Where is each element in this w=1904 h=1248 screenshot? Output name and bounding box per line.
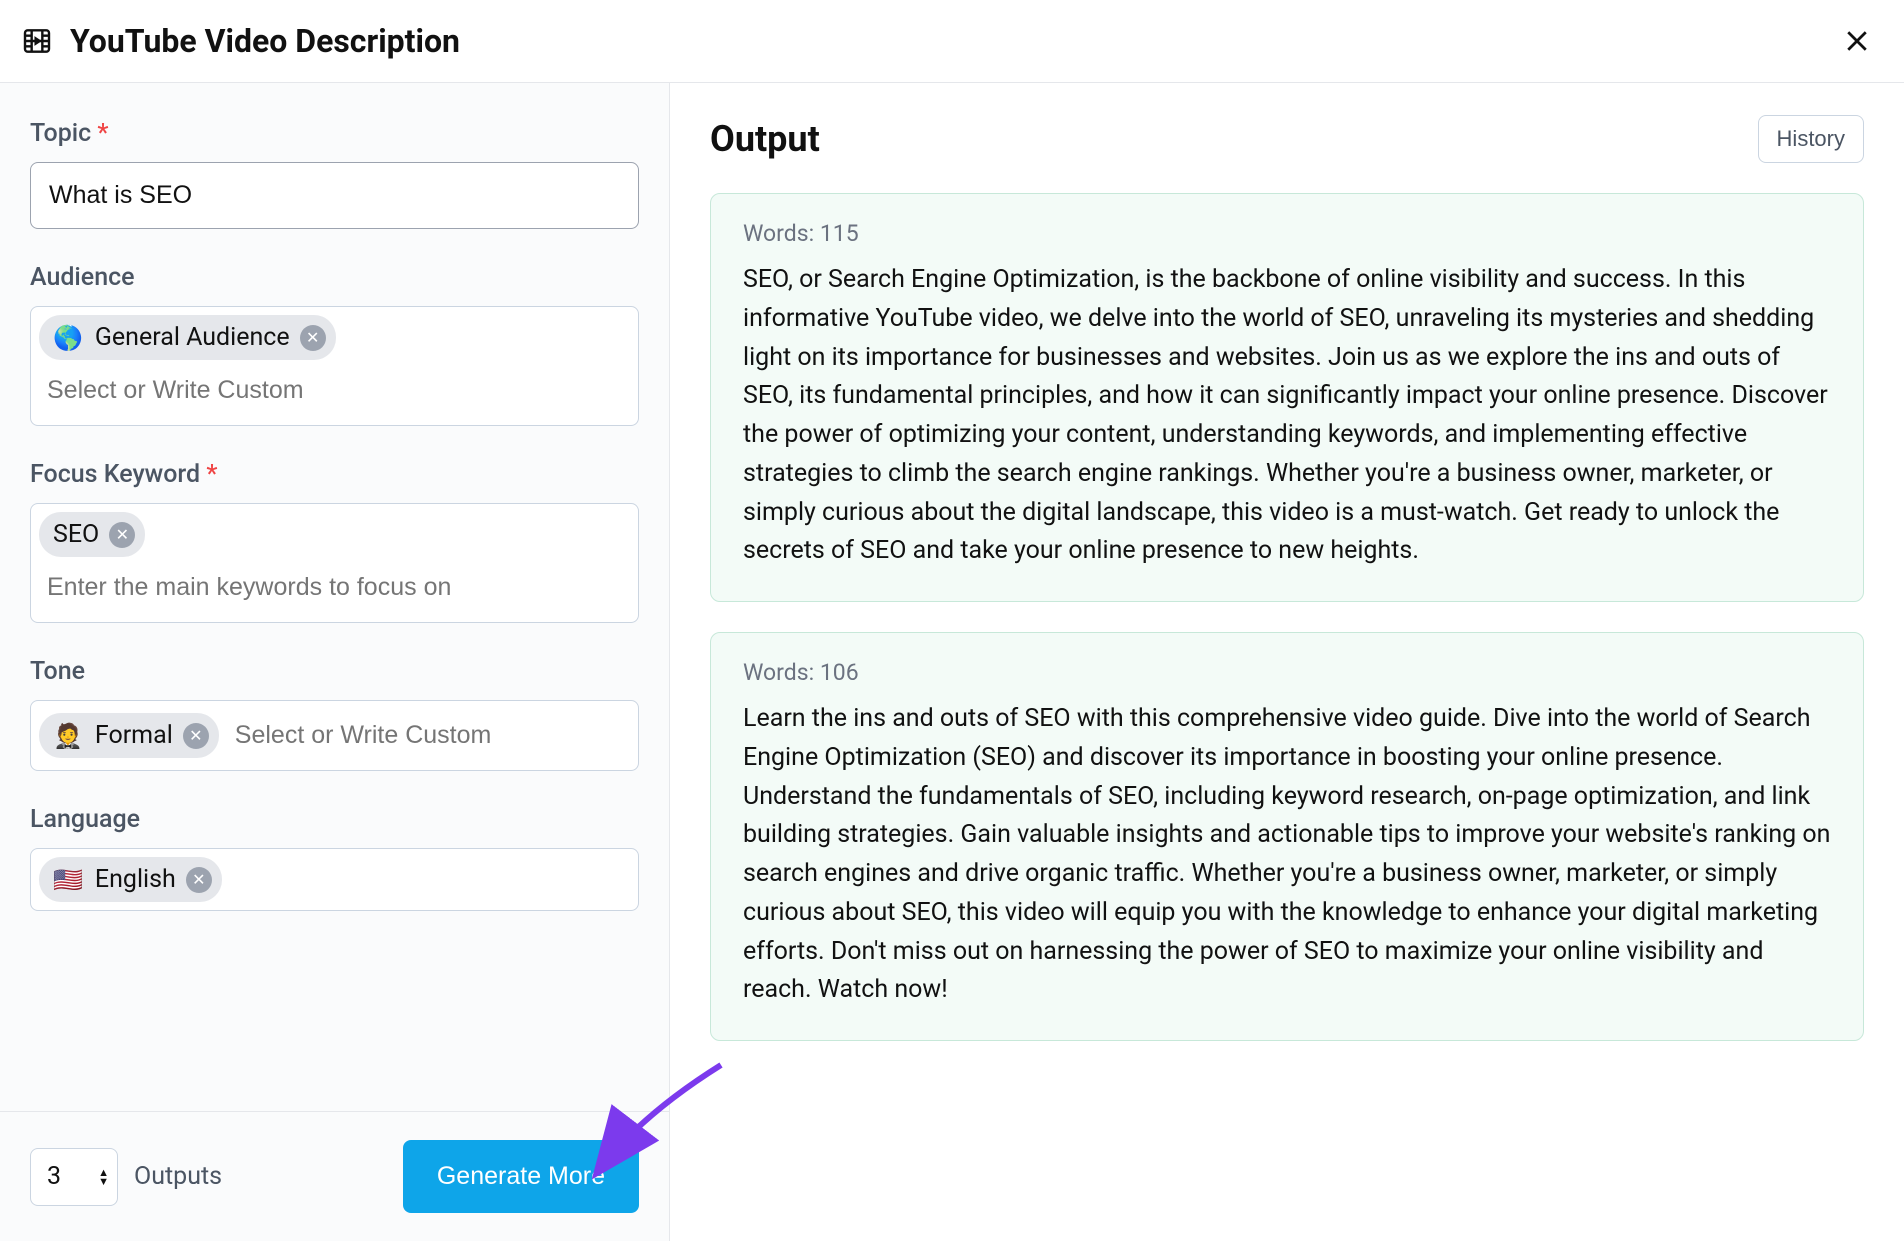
output-title: Output xyxy=(710,118,820,160)
focus-keyword-input[interactable] xyxy=(39,561,630,614)
language-tag-text: English xyxy=(95,865,176,894)
output-text: Learn the ins and outs of SEO with this … xyxy=(743,700,1831,1010)
output-card[interactable]: Words: 115 SEO, or Search Engine Optimiz… xyxy=(710,193,1864,602)
person-icon: 🤵 xyxy=(53,722,83,750)
tone-tag: 🤵 Formal ✕ xyxy=(39,713,219,758)
chevron-down-icon[interactable]: ▼ xyxy=(98,1177,109,1186)
outputs-control: 3 ▲ ▼ Outputs xyxy=(30,1148,222,1206)
audience-tag-text: General Audience xyxy=(95,323,290,352)
output-text: SEO, or Search Engine Optimization, is t… xyxy=(743,261,1831,571)
stepper-icon[interactable]: ▲ ▼ xyxy=(98,1168,109,1186)
tone-input[interactable] xyxy=(227,709,630,762)
generate-more-button[interactable]: Generate More xyxy=(403,1140,639,1213)
topic-group: Topic * xyxy=(30,119,639,229)
form-panel: Topic * Audience 🌎 General Audience ✕ xyxy=(0,83,670,1241)
audience-group: Audience 🌎 General Audience ✕ xyxy=(30,263,639,426)
main-area: Topic * Audience 🌎 General Audience ✕ xyxy=(0,83,1904,1241)
remove-tag-icon[interactable]: ✕ xyxy=(183,723,209,749)
language-group: Language 🇺🇸 English ✕ xyxy=(30,805,639,911)
tone-tag-container[interactable]: 🤵 Formal ✕ xyxy=(30,700,639,771)
audience-tag: 🌎 General Audience ✕ xyxy=(39,315,336,360)
output-panel: Output History Words: 115 SEO, or Search… xyxy=(670,83,1904,1241)
tone-tag-text: Formal xyxy=(95,721,173,750)
language-tag: 🇺🇸 English ✕ xyxy=(39,857,222,902)
keyword-tag-text: SEO xyxy=(53,520,99,549)
outputs-label: Outputs xyxy=(134,1162,222,1191)
topic-label: Topic * xyxy=(30,119,639,148)
focus-keyword-label: Focus Keyword * xyxy=(30,460,639,489)
history-button[interactable]: History xyxy=(1758,115,1864,163)
word-count: Words: 106 xyxy=(743,659,1831,686)
language-tag-container[interactable]: 🇺🇸 English ✕ xyxy=(30,848,639,911)
header-bar: YouTube Video Description xyxy=(0,0,1904,83)
header-left: YouTube Video Description xyxy=(20,22,460,60)
remove-tag-icon[interactable]: ✕ xyxy=(109,522,135,548)
bottom-bar: 3 ▲ ▼ Outputs Generate More xyxy=(0,1111,669,1241)
form-area: Topic * Audience 🌎 General Audience ✕ xyxy=(0,83,669,1111)
tone-label: Tone xyxy=(30,657,639,686)
output-header: Output History xyxy=(710,115,1864,163)
remove-tag-icon[interactable]: ✕ xyxy=(186,867,212,893)
focus-keyword-tag-container[interactable]: SEO ✕ xyxy=(30,503,639,623)
remove-tag-icon[interactable]: ✕ xyxy=(300,325,326,351)
language-label: Language xyxy=(30,805,639,834)
audience-label: Audience xyxy=(30,263,639,292)
keyword-tag: SEO ✕ xyxy=(39,512,145,557)
output-card[interactable]: Words: 106 Learn the ins and outs of SEO… xyxy=(710,632,1864,1041)
globe-icon: 🌎 xyxy=(53,324,83,352)
tone-group: Tone 🤵 Formal ✕ xyxy=(30,657,639,771)
outputs-count-value: 3 xyxy=(47,1162,61,1191)
topic-input[interactable] xyxy=(30,162,639,229)
close-button[interactable] xyxy=(1840,24,1874,58)
outputs-count-input[interactable]: 3 ▲ ▼ xyxy=(30,1148,118,1206)
focus-keyword-group: Focus Keyword * SEO ✕ xyxy=(30,460,639,623)
flag-icon: 🇺🇸 xyxy=(53,866,83,894)
page-title: YouTube Video Description xyxy=(70,22,460,60)
film-icon xyxy=(20,24,54,58)
audience-tag-container[interactable]: 🌎 General Audience ✕ xyxy=(30,306,639,426)
audience-input[interactable] xyxy=(39,364,630,417)
word-count: Words: 115 xyxy=(743,220,1831,247)
